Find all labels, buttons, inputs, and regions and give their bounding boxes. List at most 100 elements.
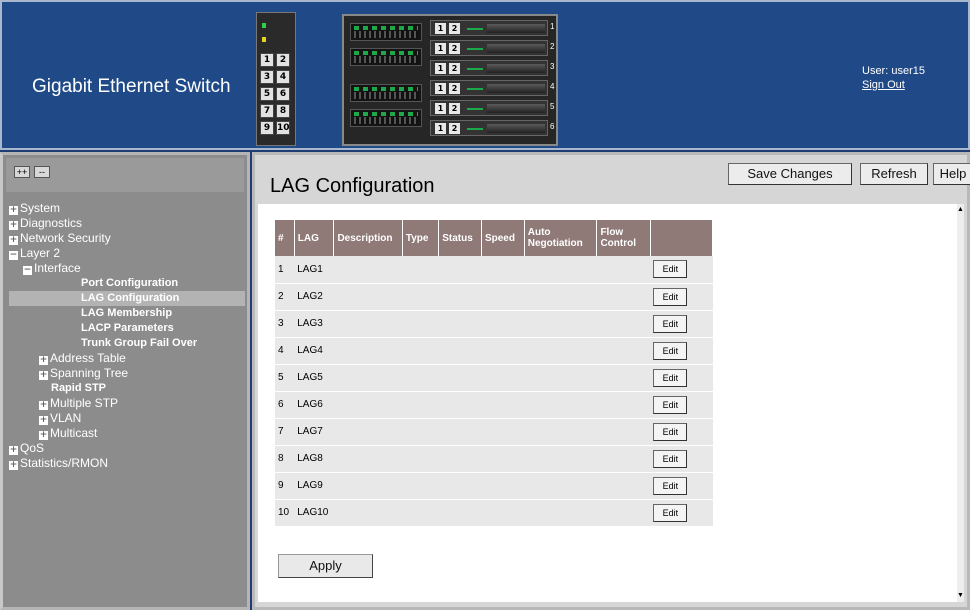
nav-item-port-configuration[interactable]: Port Configuration <box>9 276 245 291</box>
table-cell <box>402 445 439 473</box>
expand-icon[interactable]: + <box>39 416 48 425</box>
table-cell <box>524 310 597 338</box>
expand-icon[interactable]: + <box>39 371 48 380</box>
table-cell <box>333 445 403 473</box>
help-button[interactable]: Help <box>933 163 970 185</box>
table-cell <box>438 445 482 473</box>
table-body: 1 LAG1 Edit 2 LAG2 Edit 3 LAG3 Edit 4 LAG4 Edit 5 LAG… <box>275 256 713 527</box>
expand-all-button[interactable]: ++ <box>14 166 30 178</box>
collapse-all-button[interactable]: -- <box>34 166 50 178</box>
expand-icon[interactable]: + <box>9 461 18 470</box>
nav-item-vlan[interactable]: + VLAN <box>9 411 245 426</box>
column-header: Speed <box>481 220 525 256</box>
scroll-up-arrow-icon[interactable]: ▲ <box>957 204 964 216</box>
table-cell <box>402 364 439 392</box>
nav-item-trunk-group-fail-over[interactable]: Trunk Group Fail Over <box>9 336 245 351</box>
navigation-panel: ++ -- + System + Diagnostics + Network Securi… <box>0 152 250 610</box>
expand-icon[interactable]: + <box>9 446 18 455</box>
table-cell <box>524 391 597 419</box>
save-changes-button[interactable]: Save Changes <box>728 163 852 185</box>
nav-item-label: LACP Parameters <box>81 322 174 334</box>
nav-item-spanning-tree[interactable]: + Spanning Tree <box>9 366 245 381</box>
table-row: 1 LAG1 Edit <box>275 256 713 284</box>
edit-button[interactable]: Edit <box>653 449 688 468</box>
row-number: 6 <box>275 391 295 419</box>
row-number: 7 <box>275 418 295 446</box>
scroll-down-arrow-icon[interactable]: ▼ <box>957 590 964 602</box>
table-cell <box>402 283 439 311</box>
table-cell <box>596 310 651 338</box>
nav-item-system[interactable]: + System <box>9 201 245 216</box>
nav-item-network-security[interactable]: + Network Security <box>9 231 245 246</box>
nav-item-multicast[interactable]: + Multicast <box>9 426 245 441</box>
table-cell <box>524 256 597 284</box>
edit-button[interactable]: Edit <box>653 314 688 333</box>
edit-button[interactable]: Edit <box>653 368 688 387</box>
expand-icon[interactable]: + <box>9 206 18 215</box>
vertical-scrollbar[interactable]: ▲ ▼ <box>957 204 964 602</box>
table-cell <box>333 310 403 338</box>
table-cell <box>481 472 525 500</box>
table-cell <box>333 256 403 284</box>
lag-name: LAG4 <box>294 337 334 365</box>
table-cell <box>402 256 439 284</box>
table-cell <box>402 418 439 446</box>
nav-item-rapid-stp[interactable]: Rapid STP <box>9 381 245 396</box>
table-cell <box>438 364 482 392</box>
edit-button[interactable]: Edit <box>653 476 688 495</box>
edit-button[interactable]: Edit <box>653 260 688 279</box>
nav-item-interface[interactable]: − Interface <box>9 261 245 276</box>
nav-item-address-table[interactable]: + Address Table <box>9 351 245 366</box>
edit-button[interactable]: Edit <box>653 395 688 414</box>
edit-button[interactable]: Edit <box>653 422 688 441</box>
nav-item-lacp-parameters[interactable]: LACP Parameters <box>9 321 245 336</box>
collapse-icon[interactable]: − <box>23 266 32 275</box>
table-cell <box>438 256 482 284</box>
nav-item-label: Multiple STP <box>50 396 119 410</box>
nav-item-lag-configuration[interactable]: LAG Configuration <box>9 291 245 306</box>
edit-button[interactable]: Edit <box>653 503 688 522</box>
edit-button[interactable]: Edit <box>653 287 688 306</box>
uplink-port-icon: 2 <box>449 23 460 34</box>
table-cell <box>524 283 597 311</box>
collapse-icon[interactable]: − <box>9 251 18 260</box>
sign-out-link[interactable]: Sign Out <box>862 78 925 92</box>
row-number: 9 <box>275 472 295 500</box>
expand-icon[interactable]: + <box>39 431 48 440</box>
table-row: 8 LAG8 Edit <box>275 445 713 473</box>
table-cell <box>402 310 439 338</box>
table-cell <box>481 499 525 527</box>
table-row: 5 LAG5 Edit <box>275 364 713 392</box>
table-row: 2 LAG2 Edit <box>275 283 713 311</box>
nav-item-diagnostics[interactable]: + Diagnostics <box>9 216 245 231</box>
nav-item-multiple-stp[interactable]: + Multiple STP <box>9 396 245 411</box>
table-cell <box>596 445 651 473</box>
edit-cell: Edit <box>650 499 713 527</box>
nav-item-qos[interactable]: + QoS <box>9 441 245 456</box>
lag-name: LAG7 <box>294 418 334 446</box>
column-header: Status <box>438 220 482 256</box>
port-icon: 6 <box>276 87 290 101</box>
table-cell <box>333 364 403 392</box>
expand-icon[interactable]: + <box>9 221 18 230</box>
port-icon: 3 <box>260 70 274 84</box>
slot-number: 1 <box>550 22 555 31</box>
table-cell <box>524 418 597 446</box>
expand-icon[interactable]: + <box>9 236 18 245</box>
apply-button[interactable]: Apply <box>278 554 373 578</box>
table-cell <box>333 337 403 365</box>
lag-name: LAG10 <box>294 499 334 527</box>
expand-icon[interactable]: + <box>39 401 48 410</box>
expand-icon[interactable]: + <box>39 356 48 365</box>
table-cell <box>481 418 525 446</box>
refresh-button[interactable]: Refresh <box>860 163 928 185</box>
table-cell <box>438 472 482 500</box>
port-icon: 4 <box>276 70 290 84</box>
nav-item-layer-2[interactable]: − Layer 2 <box>9 246 245 261</box>
nav-item-statistics-rmon[interactable]: + Statistics/RMON <box>9 456 245 471</box>
edit-button[interactable]: Edit <box>653 341 688 360</box>
table-row: 3 LAG3 Edit <box>275 310 713 338</box>
lag-name: LAG2 <box>294 283 334 311</box>
nav-item-lag-membership[interactable]: LAG Membership <box>9 306 245 321</box>
row-number: 3 <box>275 310 295 338</box>
